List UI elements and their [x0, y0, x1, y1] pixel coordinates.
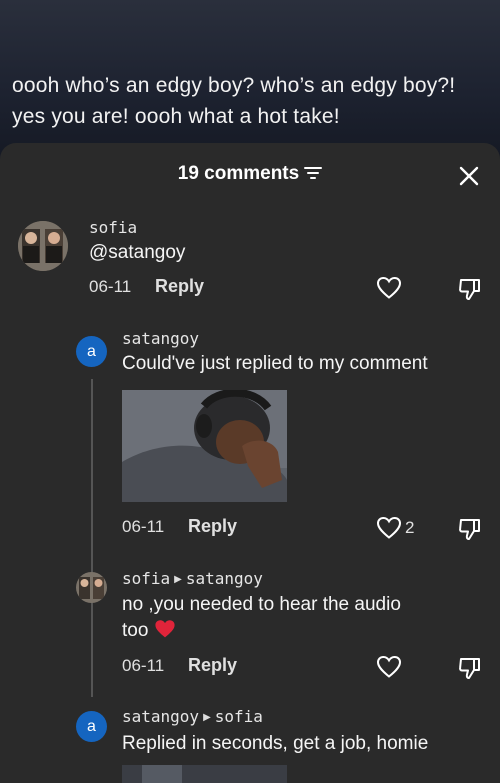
username-link[interactable]: satangoy — [122, 329, 199, 348]
video-caption-text: oooh who’s an edgy boy? who’s an edgy bo… — [12, 74, 456, 128]
comment-text: no ,you needed to hear the audio too — [122, 592, 472, 644]
reply-button[interactable]: Reply — [188, 516, 237, 537]
sort-filter-icon[interactable] — [304, 166, 323, 180]
thread-line — [91, 379, 93, 697]
dislike-icon[interactable] — [457, 276, 483, 302]
comment-username[interactable]: satangoy — [122, 329, 199, 348]
avatar[interactable] — [18, 221, 68, 271]
image-detail — [142, 765, 182, 783]
comment-username[interactable]: sofia — [89, 218, 137, 237]
comment-username[interactable]: sofia ▶ satangoy — [122, 569, 263, 588]
close-icon[interactable] — [458, 165, 480, 187]
avatar-letter: a — [87, 343, 96, 360]
avatar-letter: a — [87, 718, 96, 735]
username-link[interactable]: sofia — [89, 218, 137, 237]
comments-count-label: 19 comments — [177, 163, 300, 184]
heart-icon[interactable] — [376, 655, 402, 679]
reaction-image[interactable] — [122, 390, 287, 502]
username-link[interactable]: satangoy — [122, 707, 199, 726]
reply-to-arrow-icon: ▶ — [174, 574, 182, 585]
reply-button[interactable]: Reply — [155, 276, 204, 297]
comment-text: Could've just replied to my comment — [122, 353, 428, 374]
comment-username[interactable]: satangoy ▶ sofia — [122, 707, 263, 726]
comment-text: Replied in seconds, get a job, homie — [122, 733, 429, 754]
comment-text-line: too — [122, 618, 472, 644]
comments-header[interactable]: 19 comments — [0, 163, 500, 185]
comment-text-fragment: too — [122, 620, 149, 641]
comment-date: 06-11 — [89, 277, 132, 296]
comment-text: @satangoy — [89, 242, 186, 263]
reply-to-username[interactable]: sofia — [215, 707, 263, 726]
avatar[interactable] — [76, 572, 107, 603]
avatar[interactable]: a — [76, 711, 107, 742]
comment-date: 06-11 — [122, 656, 165, 675]
reply-button[interactable]: Reply — [188, 655, 237, 676]
reply-to-arrow-icon: ▶ — [203, 712, 211, 723]
reaction-image[interactable] — [122, 765, 287, 783]
dislike-icon[interactable] — [457, 655, 483, 681]
username-link[interactable]: sofia — [122, 569, 170, 588]
heart-icon[interactable] — [376, 516, 402, 540]
heart-icon[interactable] — [376, 276, 402, 300]
red-heart-emoji-icon — [155, 620, 175, 638]
comment-date: 06-11 — [122, 517, 165, 536]
reply-to-username[interactable]: satangoy — [186, 569, 263, 588]
dislike-icon[interactable] — [457, 516, 483, 542]
like-count: 2 — [405, 518, 415, 537]
avatar[interactable]: a — [76, 336, 107, 367]
comment-text-line: no ,you needed to hear the audio — [122, 594, 401, 615]
comments-sheet: 19 comments sofia @satangoy 06-11 Reply … — [0, 143, 500, 783]
